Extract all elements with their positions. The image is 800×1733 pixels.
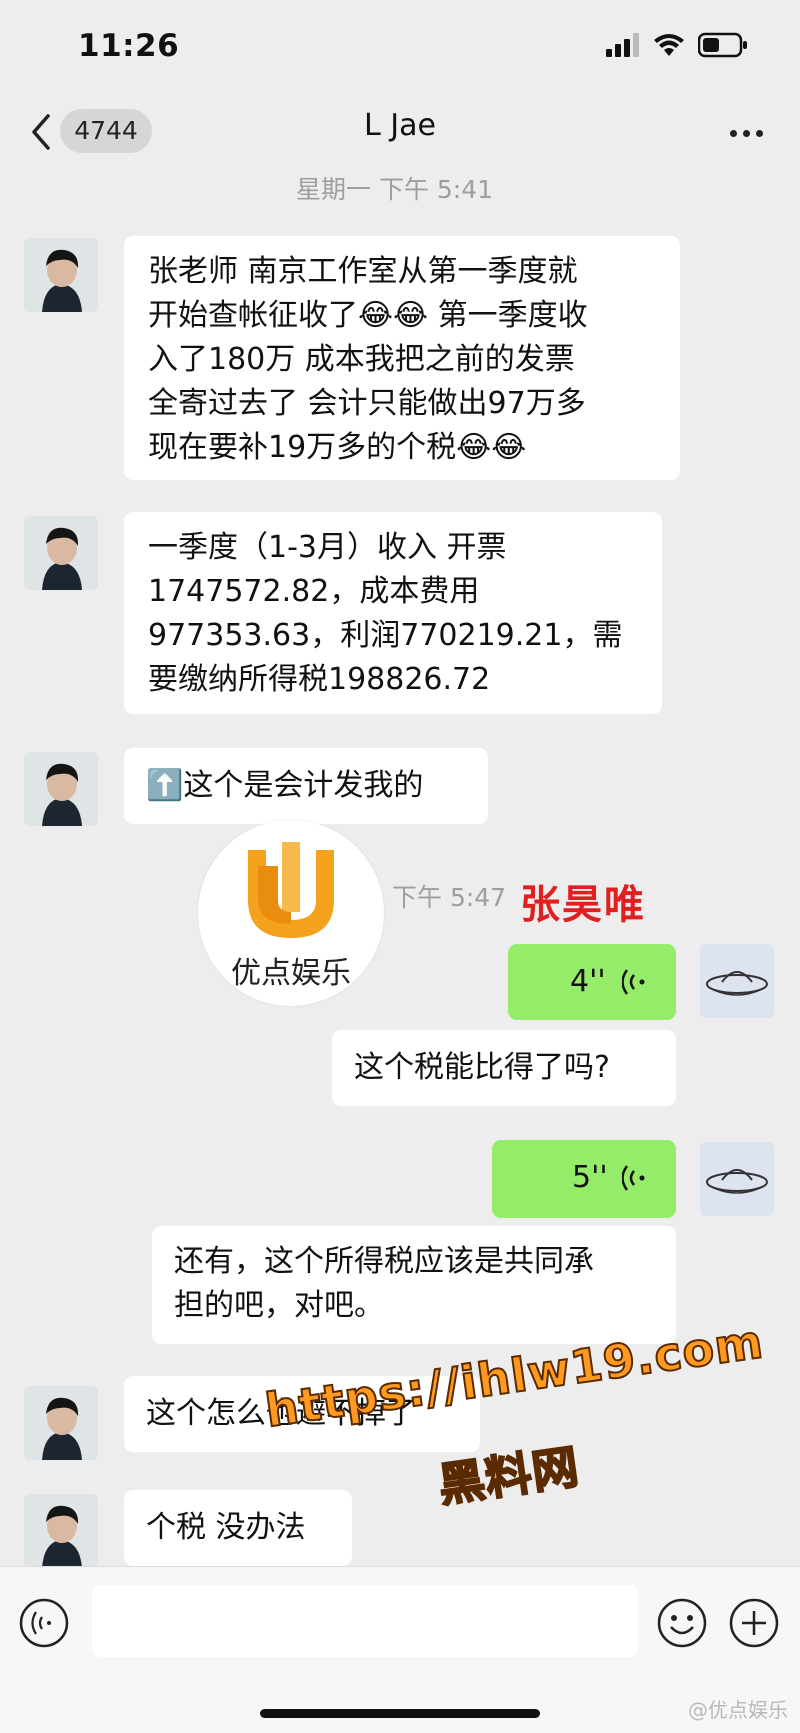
timestamp: 星期一 下午 5:41 — [296, 175, 494, 204]
wifi-icon — [654, 34, 684, 56]
voice-message-outgoing[interactable]: 5'' — [492, 1140, 676, 1218]
plus-icon — [729, 1598, 779, 1648]
avatar-image — [24, 752, 98, 826]
voice-input-icon — [19, 1598, 69, 1648]
signal-icon — [606, 33, 639, 57]
avatar-image — [24, 516, 98, 590]
ufo-avatar-image — [700, 1142, 774, 1216]
footer-watermark: @优点娱乐 — [688, 1698, 788, 1722]
message-line: 一季度（1-3月）收入 开票 — [148, 530, 507, 565]
avatar-image — [24, 1494, 98, 1568]
message-text: 个税 没办法 — [146, 1510, 306, 1545]
more-dot — [743, 130, 750, 137]
more-dot — [756, 130, 763, 137]
message-line: 现在要补19万多的个税😂😂 — [148, 430, 527, 465]
voice-wave-icon — [622, 1165, 645, 1191]
message-bubble-outgoing[interactable]: 还有，这个所得税应该是共同承 担的吧，对吧。 — [152, 1226, 676, 1344]
avatar-contact[interactable] — [24, 1494, 98, 1568]
emoji-icon — [657, 1598, 707, 1648]
voice-wave-icon — [622, 969, 645, 995]
message-line: 要缴纳所得税198826.72 — [148, 662, 491, 697]
more-actions-button[interactable] — [728, 1597, 780, 1653]
message-line: 1747572.82，成本费用 — [148, 574, 480, 609]
voice-input-button[interactable] — [18, 1597, 70, 1653]
avatar-self[interactable] — [700, 1142, 774, 1216]
avatar-image — [24, 238, 98, 312]
voice-message-outgoing[interactable]: 4'' — [508, 944, 676, 1020]
input-bar — [0, 1566, 800, 1733]
status-icons — [606, 32, 748, 58]
message-bubble-incoming[interactable]: ⬆️这个是会计发我的 — [124, 748, 488, 824]
message-text: 这个税能比得了吗? — [354, 1050, 610, 1085]
home-indicator — [260, 1709, 540, 1718]
avatar-contact[interactable] — [24, 752, 98, 826]
avatar-contact[interactable] — [24, 1386, 98, 1460]
message-text: ⬆️这个是会计发我的 — [146, 768, 424, 803]
avatar-contact[interactable] — [24, 516, 98, 590]
status-time: 11:26 — [78, 28, 180, 64]
message-line: 担的吧，对吧。 — [174, 1288, 384, 1323]
message-line: 张老师 南京工作室从第一季度就 — [148, 254, 578, 289]
avatar-image — [24, 1386, 98, 1460]
timestamp: 下午 5:47 — [392, 883, 507, 912]
message-bubble-incoming[interactable]: 一季度（1-3月）收入 开票 1747572.82，成本费用 977353.63… — [124, 512, 662, 714]
avatar-contact[interactable] — [24, 238, 98, 312]
message-bubble-outgoing[interactable]: 这个税能比得了吗? — [332, 1030, 676, 1106]
message-input[interactable] — [92, 1585, 638, 1657]
message-line: 还有，这个所得税应该是共同承 — [174, 1244, 594, 1279]
ufo-avatar-image — [700, 944, 774, 1018]
message-bubble-incoming[interactable]: 个税 没办法 — [124, 1490, 352, 1566]
u-logo-icon — [248, 842, 334, 938]
brand-logo-watermark: 优点娱乐 — [198, 820, 384, 1006]
more-button[interactable] — [727, 122, 766, 141]
emoji-button[interactable] — [656, 1597, 708, 1653]
voice-duration: 4'' — [570, 964, 606, 999]
message-line: 入了180万 成本我把之前的发票 — [148, 342, 575, 377]
more-dots-icon — [730, 130, 737, 137]
message-line: 开始查帐征收了😂😂 第一季度收 — [148, 298, 588, 333]
name-tag-watermark: 张昊唯 — [520, 882, 646, 928]
chat-title: L Jae — [364, 108, 436, 143]
battery-icon — [698, 32, 747, 58]
message-line: 977353.63，利润770219.21，需 — [148, 618, 623, 653]
voice-duration: 5'' — [572, 1160, 608, 1195]
chat-header: 4744 L Jae — [0, 92, 800, 172]
status-bar: 11:26 — [0, 0, 800, 92]
logo-text: 优点娱乐 — [231, 956, 351, 991]
avatar-self[interactable] — [700, 944, 774, 1018]
message-bubble-incoming[interactable]: 张老师 南京工作室从第一季度就 开始查帐征收了😂😂 第一季度收 入了180万 成… — [124, 236, 680, 480]
message-line: 全寄过去了 会计只能做出97万多 — [148, 386, 586, 421]
